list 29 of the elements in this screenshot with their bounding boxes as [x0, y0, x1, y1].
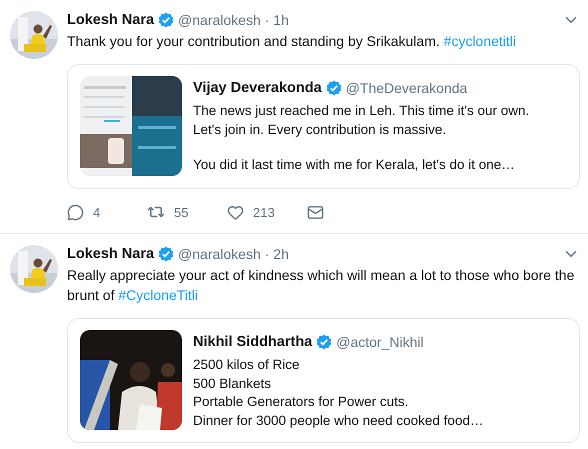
- quoted-tweet-card[interactable]: Nikhil Siddhartha @actor_Nikhil 2500 kilos of Rice 500 Blankets Portable Generators for Power cuts. Dinner for 3000 people who need cooked food…: [67, 318, 580, 443]
- like-icon[interactable]: [227, 204, 244, 220]
- quoted-text-line: Let's join in. Every contribution is massive.: [193, 120, 448, 139]
- reply-icon[interactable]: [67, 204, 84, 220]
- author-name[interactable]: Lokesh Nara: [67, 12, 154, 28]
- tweet-text: Thank you for your contribution and standing by Srikakulam. #cyclonetitli: [67, 32, 518, 51]
- quoted-text-line: 500 Blankets: [193, 374, 272, 392]
- quoted-text-line: 2500 kilos of Rice: [193, 356, 301, 374]
- author-name[interactable]: Lokesh Nara: [67, 246, 154, 262]
- quoted-text-line: Portable Generators for Power cuts.: [193, 393, 410, 411]
- quoted-text-line: The news just reached me in Leh. This time it's our own.: [193, 102, 530, 120]
- tweet-time[interactable]: · 1h: [264, 12, 289, 28]
- quoted-author-name: Nikhil Siddhartha: [193, 334, 312, 350]
- message-icon[interactable]: [307, 204, 324, 220]
- author-handle[interactable]: @naralokesh: [178, 12, 261, 28]
- quoted-tweet-card[interactable]: Vijay Deverakonda @TheDeverakonda The news just reached me in Leh. This time it's our own. Let's join in. Every contribution is massive. You did it last time with me for Kerala, let's do it one…: [67, 64, 580, 189]
- quoted-author-handle: @actor_Nikhil: [336, 334, 424, 350]
- tweet-text: Really appreciate your act of kindness which will mean a lot to those who bore the brunt of #CycloneTitli: [67, 266, 576, 305]
- author-handle[interactable]: @naralokesh: [178, 246, 261, 262]
- quoted-text-line: You did it last time with me for Kerala, let's do it one…: [193, 156, 516, 174]
- hashtag-link[interactable]: #CycloneTitli: [118, 287, 198, 303]
- hashtag-link[interactable]: #cyclonetitli: [444, 33, 516, 49]
- like-count: 213: [253, 204, 275, 220]
- retweet-count: 55: [174, 204, 188, 220]
- reply-count: 4: [93, 204, 100, 220]
- quoted-author-name: Vijay Deverakonda: [193, 80, 322, 96]
- quoted-text-line: Dinner for 3000 people who need cooked food…: [193, 412, 484, 430]
- quoted-author-handle: @TheDeverakonda: [346, 80, 468, 96]
- tweet-time[interactable]: · 2h: [264, 246, 289, 262]
